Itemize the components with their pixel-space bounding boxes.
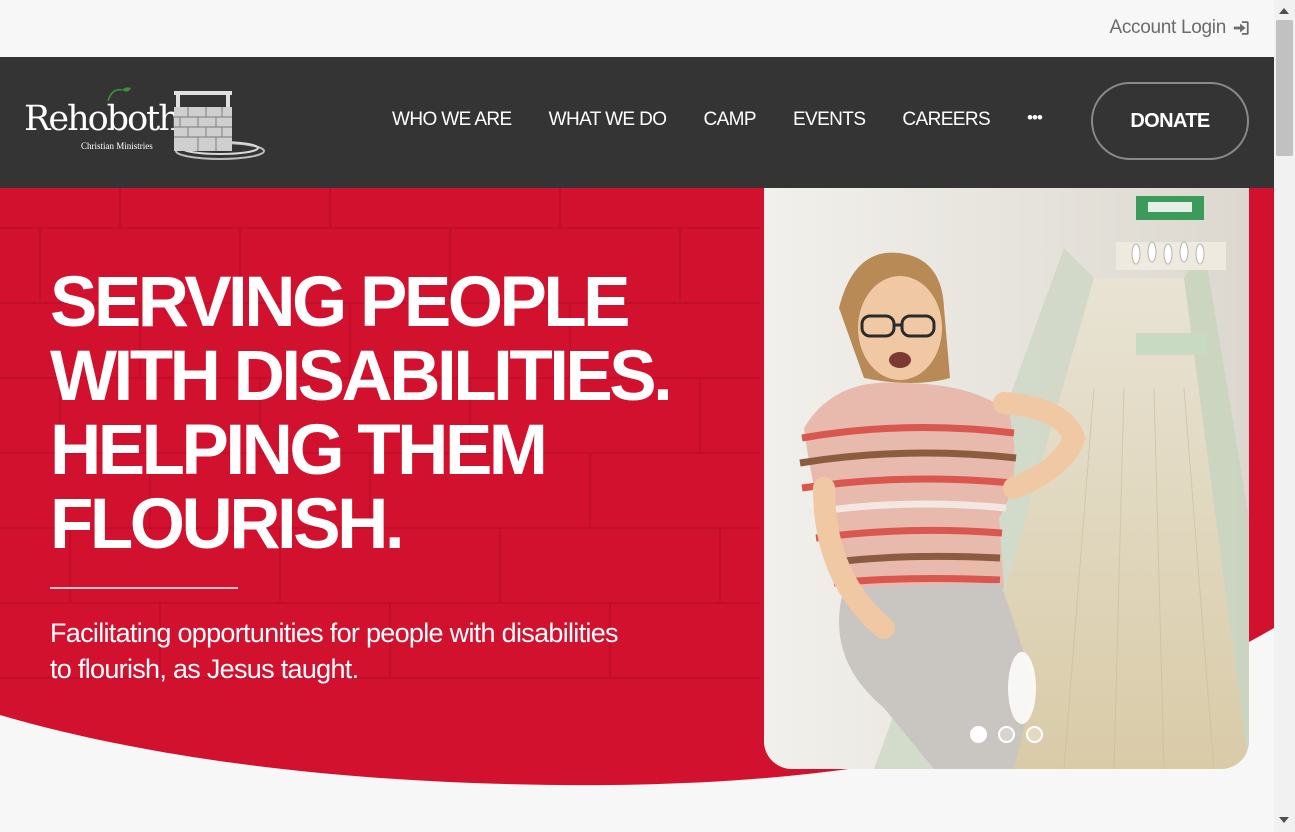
- well-icon: [174, 91, 265, 160]
- headline-divider: [50, 587, 238, 589]
- page-scrollbar[interactable]: [1274, 0, 1295, 832]
- logo-subtitle: Christian Ministries: [81, 141, 153, 151]
- hero-photo: [764, 188, 1249, 769]
- nav-item-who-we-are[interactable]: WHO WE ARE: [392, 109, 512, 131]
- subtext-line: to flourish, as Jesus taught.: [50, 654, 359, 684]
- headline-line: HELPING THEM: [50, 411, 548, 490]
- headline-line: FLOURISH.: [50, 485, 405, 564]
- account-login-link[interactable]: Account Login: [1109, 17, 1250, 39]
- hero-headline: SERVING PEOPLE WITH DISABILITIES. HELPIN…: [50, 266, 750, 562]
- hero-section: SERVING PEOPLE WITH DISABILITIES. HELPIN…: [0, 188, 1274, 832]
- nav-item-camp[interactable]: CAMP: [703, 109, 756, 131]
- sign-in-icon: [1233, 21, 1249, 35]
- carousel-dot[interactable]: [998, 726, 1015, 743]
- utility-bar: Account Login: [0, 0, 1274, 57]
- scrollbar-thumb[interactable]: [1276, 20, 1293, 156]
- nav-item-what-we-do[interactable]: WHAT WE DO: [549, 109, 667, 131]
- headline-line: WITH DISABILITIES.: [50, 337, 673, 416]
- nav-item-careers[interactable]: CAREERS: [902, 109, 990, 131]
- carousel-dot[interactable]: [970, 726, 987, 743]
- carousel-dots: [970, 726, 1043, 743]
- subtext-line: Facilitating opportunities for people wi…: [50, 618, 619, 648]
- carousel-dot[interactable]: [1026, 726, 1043, 743]
- bowling-alley-photo: [764, 188, 1249, 769]
- main-nav: WHO WE ARE WHAT WE DO CAMP EVENTS CAREER…: [392, 108, 1043, 131]
- hero-subtext: Facilitating opportunities for people wi…: [50, 615, 730, 687]
- account-login-label: Account Login: [1109, 17, 1226, 38]
- donate-button[interactable]: DONATE: [1091, 82, 1249, 160]
- more-menu-icon[interactable]: •••: [1027, 108, 1043, 128]
- nav-item-events[interactable]: EVENTS: [793, 109, 866, 131]
- site-header: Rehoboth Christian Ministries WHO WE ARE…: [0, 57, 1274, 188]
- scroll-down-icon[interactable]: [1279, 817, 1289, 823]
- logo-wordmark: Rehoboth: [24, 99, 181, 139]
- site-logo[interactable]: Rehoboth Christian Ministries: [24, 85, 269, 163]
- scroll-up-icon[interactable]: [1279, 8, 1289, 14]
- headline-line: SERVING PEOPLE: [50, 263, 631, 342]
